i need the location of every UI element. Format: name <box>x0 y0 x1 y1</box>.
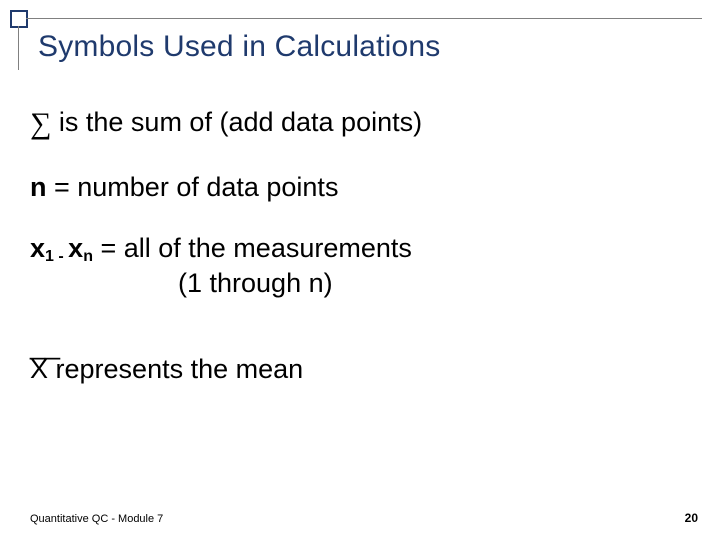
x1-symbol: x <box>30 232 45 266</box>
xn-subscript: n <box>83 248 93 265</box>
row-sigma: ∑ is the sum of (add data points) <box>30 105 680 143</box>
xrange-text: = all of the measurements <box>93 233 412 263</box>
row-xrange: x1 - xn = all of the measurements (1 thr… <box>30 232 680 301</box>
sigma-text: is the sum of (add data points) <box>51 107 422 137</box>
n-symbol: n <box>30 171 47 205</box>
slide-title: Symbols Used in Calculations <box>38 30 440 64</box>
footer-page-number: 20 <box>685 511 698 525</box>
xrange-line2: (1 through n) <box>30 267 680 301</box>
xbar-text: represents the mean <box>48 354 303 384</box>
x1-subscript: 1 <box>45 248 58 265</box>
row-xbar: __ X represents the mean <box>30 329 680 387</box>
horizontal-rule <box>26 18 702 19</box>
sigma-symbol: ∑ <box>30 105 51 143</box>
n-text: = number of data points <box>47 172 339 202</box>
xbar-symbol: X <box>30 354 48 384</box>
xn-symbol: x <box>68 232 83 266</box>
slide-body: ∑ is the sum of (add data points) n = nu… <box>30 105 680 415</box>
slide: Symbols Used in Calculations ∑ is the su… <box>0 0 720 540</box>
corner-decor-box <box>10 10 28 28</box>
range-dash: - <box>58 248 68 265</box>
vertical-rule <box>18 26 19 70</box>
row-n: n = number of data points <box>30 171 680 205</box>
footer-module: Quantitative QC - Module 7 <box>30 513 163 525</box>
